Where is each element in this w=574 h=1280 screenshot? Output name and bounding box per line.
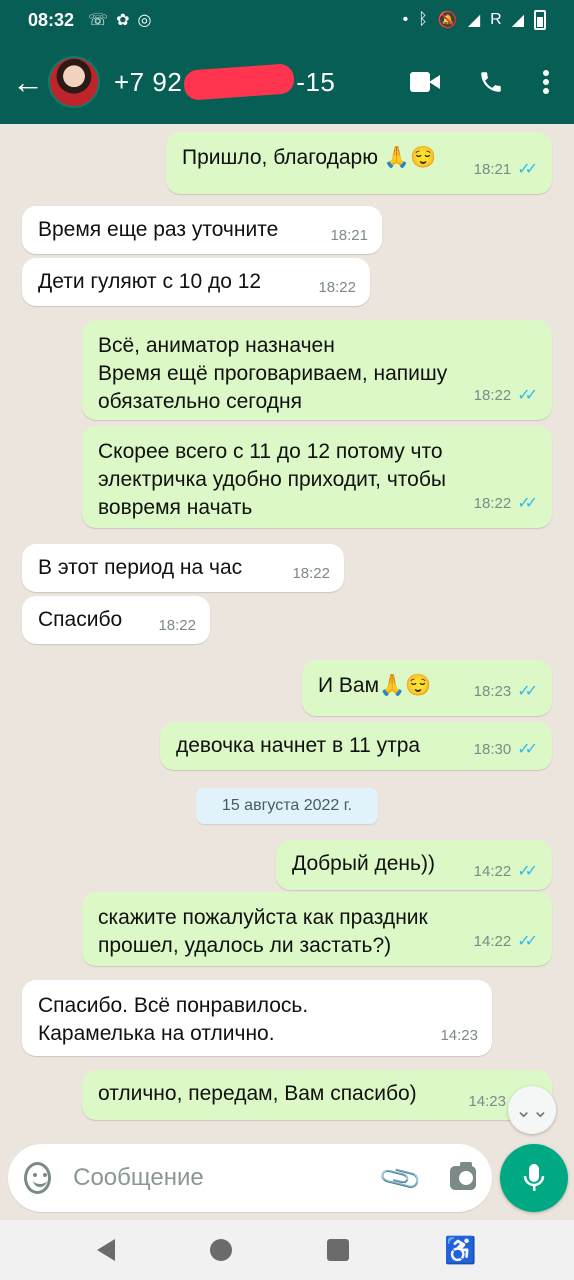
roaming-indicator: R — [490, 11, 502, 28]
message-list[interactable]: Пришло, благодарю 🙏😌 18:21 ✓✓ Время еще … — [0, 124, 574, 1140]
wifi-icon: ◢ — [467, 12, 481, 29]
message-time: 18:23 — [473, 683, 512, 700]
message-incoming[interactable]: Дети гуляют с 10 до 12 18:22 — [22, 258, 370, 306]
message-time: 18:21 — [473, 161, 512, 178]
message-input[interactable] — [73, 1164, 384, 1192]
attach-icon[interactable]: 📎 — [377, 1154, 424, 1201]
message-incoming[interactable]: Спасибо 18:22 — [22, 596, 210, 644]
signal-icon: ◢ — [511, 12, 524, 29]
nav-home-icon[interactable] — [210, 1239, 233, 1261]
message-text: скажите пожалуйста как праздник прошел, … — [98, 906, 428, 957]
message-outgoing[interactable]: отлично, передам, Вам спасибо) 14:23 — [82, 1070, 552, 1120]
message-meta: 14:23 — [468, 1088, 506, 1116]
message-outgoing[interactable]: Всё, аниматор назначен Время ещё прогова… — [82, 320, 552, 420]
message-meta: 18:22 ✓✓ — [474, 490, 538, 518]
battery-icon — [534, 10, 546, 30]
message-text: В этот период на час — [38, 556, 243, 579]
message-meta: 18:21 ✓✓ — [474, 156, 538, 184]
date-separator: 15 августа 2022 г. — [196, 788, 378, 824]
message-meta: 18:22 — [292, 560, 330, 588]
missed-call-icon: ☏ — [88, 12, 109, 29]
read-ticks-icon: ✓✓ — [517, 863, 538, 880]
message-outgoing[interactable]: скажите пожалуйста как праздник прошел, … — [82, 892, 552, 966]
status-right-icons: • ᛒ 🔕 ◢ R ◢ — [403, 10, 546, 30]
nav-recents-icon[interactable] — [327, 1239, 350, 1261]
status-left-icons: ☏ ✿ ◎ — [88, 10, 151, 30]
message-time: 18:30 — [473, 741, 512, 758]
read-ticks-icon: ✓✓ — [517, 495, 538, 512]
message-meta: 14:22 ✓✓ — [474, 858, 538, 886]
messenger-icon: ◎ — [137, 12, 152, 29]
contact-number-prefix: +7 92 — [114, 66, 183, 97]
microphone-icon — [523, 1164, 545, 1191]
message-outgoing[interactable]: Добрый день)) 14:22 ✓✓ — [276, 840, 552, 890]
message-text: Спасибо. Всё понравилось. Карамелька на … — [38, 994, 309, 1045]
message-meta: 18:23 ✓✓ — [474, 678, 538, 706]
message-outgoing[interactable]: девочка начнет в 11 утра 18:30 ✓✓ — [160, 722, 552, 770]
read-ticks-icon: ✓✓ — [517, 933, 538, 950]
message-meta: 18:21 — [330, 222, 368, 250]
read-ticks-icon: ✓✓ — [517, 683, 538, 700]
message-text: Время еще раз уточните — [38, 218, 279, 241]
read-ticks-icon: ✓✓ — [517, 161, 538, 178]
message-text: Скорее всего с 11 до 12 потому что элект… — [98, 440, 446, 519]
contact-number-suffix: -15 — [296, 66, 336, 97]
message-time: 14:22 — [473, 933, 512, 950]
contact-name[interactable]: +7 92 -15 — [114, 63, 336, 101]
nav-back-icon[interactable] — [97, 1239, 116, 1261]
status-time: 08:32 — [28, 9, 75, 30]
message-time: 18:22 — [473, 495, 512, 512]
read-ticks-icon: ✓✓ — [517, 387, 538, 404]
read-ticks-icon: ✓✓ — [517, 741, 538, 758]
message-time: 18:22 — [473, 387, 512, 404]
message-time: 18:21 — [330, 227, 368, 244]
system-navigation-bar: ♿ — [0, 1220, 574, 1280]
message-meta: 18:22 — [318, 274, 356, 302]
message-composer: 📎 — [8, 1144, 492, 1212]
message-time: 18:22 — [158, 617, 196, 634]
app-icon: ✿ — [116, 12, 130, 29]
accessibility-icon[interactable]: ♿ — [444, 1235, 476, 1266]
message-incoming[interactable]: В этот период на час 18:22 — [22, 544, 344, 592]
redaction-mark — [183, 63, 296, 101]
message-meta: 14:23 — [440, 1022, 478, 1050]
back-arrow-icon[interactable]: ← — [8, 64, 48, 101]
video-call-icon[interactable] — [410, 72, 440, 92]
message-outgoing[interactable]: Скорее всего с 11 до 12 потому что элект… — [82, 426, 552, 528]
camera-icon[interactable] — [450, 1162, 476, 1190]
message-text: Всё, аниматор назначен Время ещё прогова… — [98, 334, 448, 413]
more-options-icon[interactable] — [542, 69, 550, 95]
chat-header: ← +7 92 -15 — [0, 40, 574, 124]
status-bar: 08:32 ☏ ✿ ◎ • ᛒ 🔕 ◢ R ◢ — [0, 0, 574, 40]
message-meta: 18:30 ✓✓ — [474, 736, 538, 764]
message-time: 14:23 — [440, 1027, 478, 1044]
message-time: 14:23 — [468, 1093, 506, 1110]
scroll-to-bottom-button[interactable]: ⌄⌄ — [508, 1086, 556, 1134]
message-outgoing[interactable]: Пришло, благодарю 🙏😌 18:21 ✓✓ — [166, 132, 552, 194]
double-chevron-down-icon: ⌄⌄ — [515, 1099, 549, 1122]
message-time: 14:22 — [473, 863, 512, 880]
bluetooth-icon: ᛒ — [418, 11, 428, 28]
message-text: Дети гуляют с 10 до 12 — [38, 270, 262, 293]
voice-call-icon[interactable] — [478, 69, 504, 95]
emoji-icon[interactable] — [24, 1162, 52, 1194]
message-outgoing[interactable]: И Вам🙏😌 18:23 ✓✓ — [302, 660, 552, 716]
header-actions — [410, 69, 550, 95]
message-meta: 14:22 ✓✓ — [474, 928, 538, 956]
contact-avatar[interactable] — [48, 56, 100, 108]
dot-icon: • — [402, 11, 409, 28]
voice-record-button[interactable] — [500, 1144, 568, 1212]
message-incoming[interactable]: Время еще раз уточните 18:21 — [22, 206, 382, 254]
message-time: 18:22 — [292, 565, 330, 582]
message-meta: 18:22 — [158, 612, 196, 640]
message-incoming[interactable]: Спасибо. Всё понравилось. Карамелька на … — [22, 980, 492, 1056]
message-meta: 18:22 ✓✓ — [474, 382, 538, 410]
message-time: 18:22 — [318, 279, 356, 296]
mute-icon: 🔕 — [437, 12, 458, 29]
